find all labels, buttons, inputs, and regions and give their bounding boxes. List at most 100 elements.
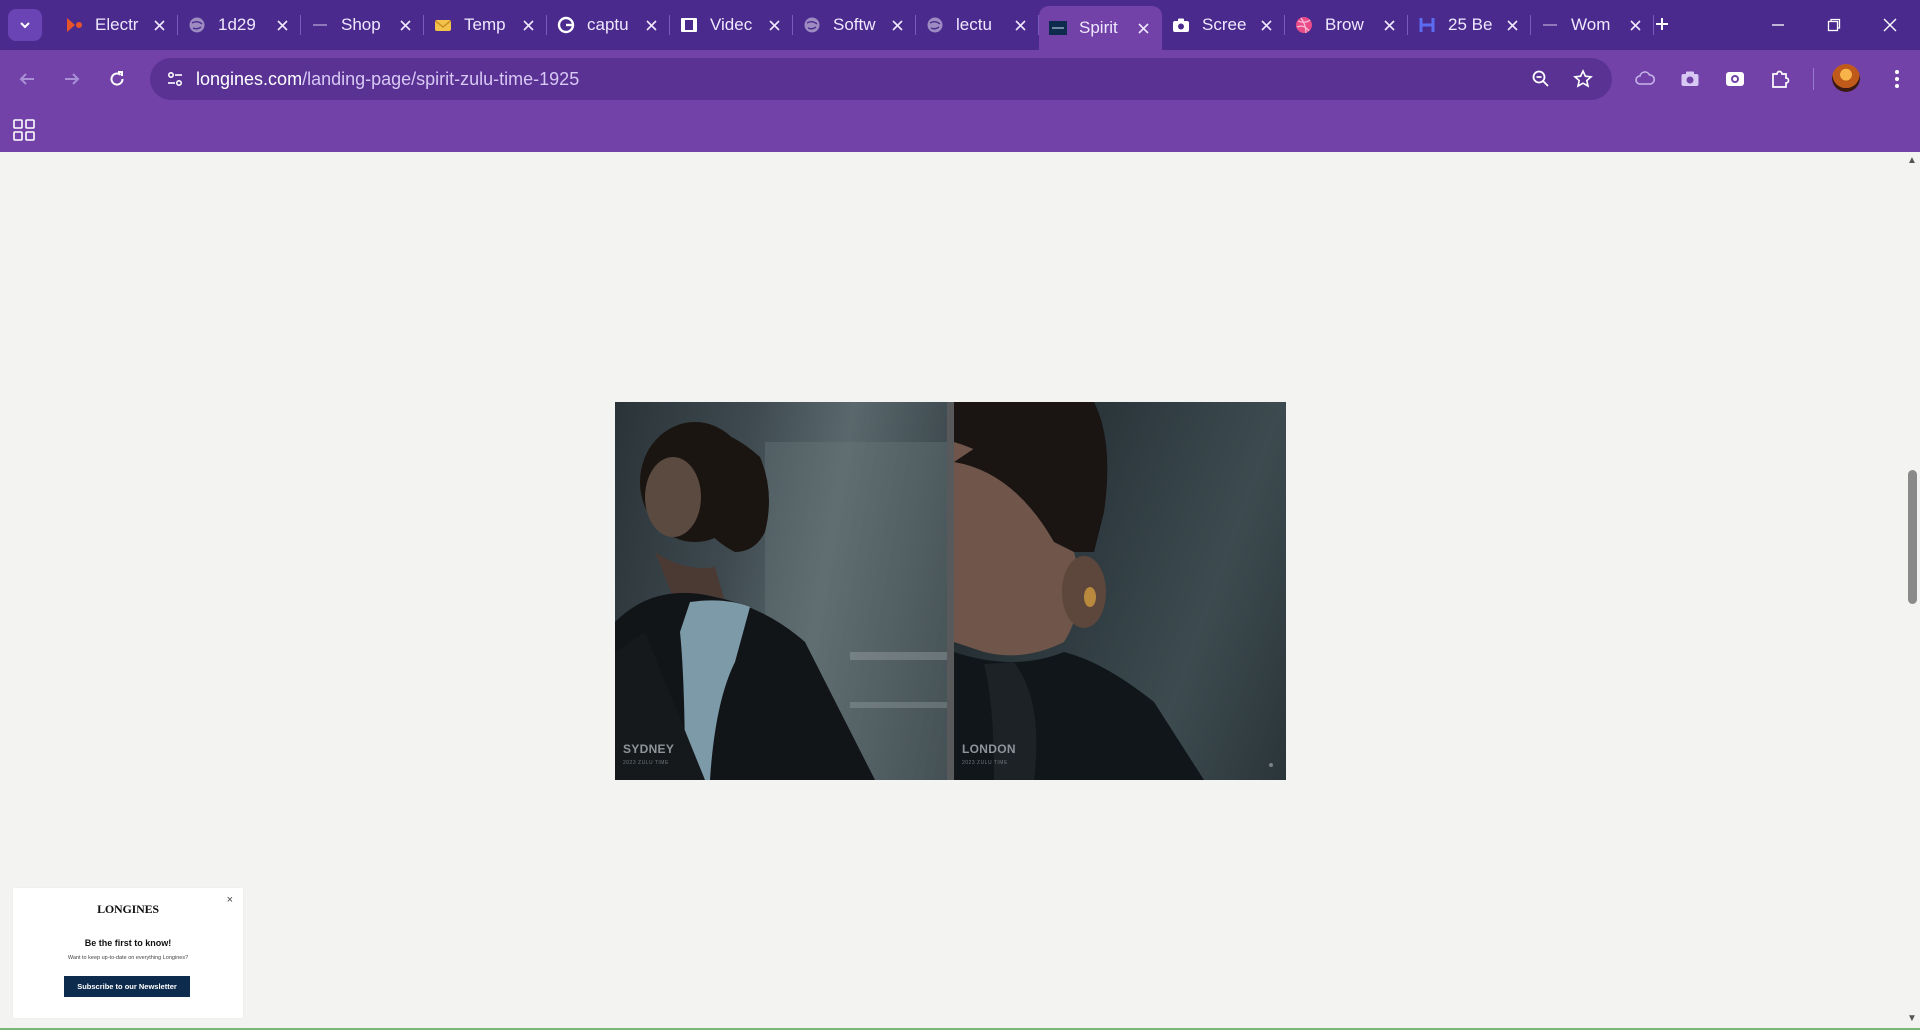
address-bar[interactable]: longines.com/landing-page/spirit-zulu-ti… [150, 58, 1612, 100]
popup-title: Be the first to know! [84, 938, 172, 948]
tab-title: Electr [95, 15, 139, 34]
video-panel-london: LONDON 2023 ZULU TIME [954, 402, 1286, 780]
film-icon [680, 16, 698, 34]
bookmark-star-button[interactable] [1568, 64, 1598, 94]
tab-title: Wom [1571, 15, 1611, 34]
newsletter-popup: × LONGINES Be the first to know! Want to… [13, 888, 243, 1018]
scroll-down-arrow-icon[interactable]: ▼ [1907, 1014, 1917, 1024]
popup-text: Want to keep up-to-date on everything Lo… [67, 955, 189, 961]
tab-title: captu [587, 15, 629, 34]
longines-icon [1049, 19, 1067, 37]
url-host: longines.com [196, 69, 303, 89]
globe-icon [803, 16, 821, 34]
browser-tab[interactable]: Wom [1531, 6, 1654, 44]
scrollbar-thumb[interactable] [1908, 470, 1917, 604]
man-figure-image [615, 422, 947, 780]
camera-icon [1172, 16, 1190, 34]
tab-title: Shop [341, 15, 381, 34]
city-label-sydney: SYDNEY [623, 742, 675, 756]
tab-search-button[interactable] [8, 9, 42, 41]
browser-tab[interactable]: Softw [793, 6, 916, 44]
browser-tab-active[interactable]: Spirit [1039, 6, 1162, 50]
dribbble-icon [1295, 16, 1313, 34]
cloud-link-icon [1635, 71, 1656, 85]
browser-tab[interactable]: captu [547, 6, 670, 44]
site-info-button[interactable] [160, 64, 190, 94]
star-icon [1573, 69, 1593, 88]
restore-button[interactable] [1806, 0, 1862, 50]
dash-icon [311, 16, 329, 34]
browser-tab[interactable]: Videc [670, 6, 793, 44]
h-icon [1418, 16, 1436, 34]
browser-tab[interactable]: lectu [916, 6, 1039, 44]
browser-tab[interactable]: Shop [301, 6, 424, 44]
apps-button[interactable] [12, 118, 36, 142]
extension-camera-button[interactable] [1673, 62, 1707, 96]
scroll-up-arrow-icon[interactable]: ▲ [1907, 156, 1917, 166]
tab-close-icon[interactable] [888, 16, 906, 34]
tab-close-icon[interactable] [1503, 16, 1521, 34]
reload-button[interactable] [100, 62, 134, 96]
tab-close-icon[interactable] [642, 16, 660, 34]
city-sublabel-london: 2023 ZULU TIME [962, 760, 1008, 766]
tab-close-icon[interactable] [150, 16, 168, 34]
tab-close-icon[interactable] [1380, 16, 1398, 34]
browser-tab[interactable]: 1d29 [178, 6, 301, 44]
tab-close-icon[interactable] [519, 16, 537, 34]
minimize-button[interactable] [1750, 0, 1806, 50]
close-icon [1883, 18, 1897, 32]
tab-close-icon[interactable] [1011, 16, 1029, 34]
restore-icon [1827, 18, 1841, 32]
extension-cloud-button[interactable] [1628, 62, 1662, 96]
longines-logo: LONGINES [97, 902, 159, 916]
browser-tab[interactable]: Electr [55, 6, 178, 44]
browser-tab[interactable]: Temp [424, 6, 547, 44]
close-window-button[interactable] [1862, 0, 1918, 50]
chevron-down-icon [20, 22, 30, 29]
arrow-left-icon [19, 73, 34, 85]
browser-tab[interactable]: 25 Be [1408, 6, 1531, 44]
tab-close-icon[interactable] [1134, 19, 1152, 37]
extensions-button[interactable] [1763, 62, 1797, 96]
screen-record-icon [1726, 72, 1744, 86]
tab-close-icon[interactable] [396, 16, 414, 34]
video-player[interactable]: SYDNEY 2023 ZULU TIME LONDON 2023 ZULU T… [615, 402, 1286, 780]
menu-button[interactable] [1880, 62, 1914, 96]
profile-avatar[interactable] [1832, 64, 1860, 92]
zoom-out-icon [1532, 70, 1549, 87]
city-sublabel-sydney: 2023 ZULU TIME [623, 760, 669, 766]
tab-title: Brow [1325, 15, 1364, 34]
globe-icon [188, 16, 206, 34]
bookmarks-bar [0, 108, 1920, 152]
extension-screen-button[interactable] [1718, 62, 1752, 96]
tab-title: Temp [464, 15, 506, 34]
tab-close-icon[interactable] [1257, 16, 1275, 34]
subscribe-newsletter-button[interactable]: Subscribe to our Newsletter [64, 976, 190, 997]
browser-tab[interactable]: Scree [1162, 6, 1285, 44]
google-icon [557, 16, 575, 34]
tab-title: lectu [956, 15, 992, 34]
envelope-icon [434, 16, 452, 34]
url-text[interactable]: longines.com/landing-page/spirit-zulu-ti… [196, 69, 579, 90]
page-viewport: SYDNEY 2023 ZULU TIME LONDON 2023 ZULU T… [0, 152, 1904, 1030]
globe-icon [926, 16, 944, 34]
plus-icon [1656, 18, 1668, 30]
zoom-button[interactable] [1526, 64, 1556, 94]
more-vertical-icon [1895, 70, 1899, 88]
new-tab-button[interactable] [1648, 10, 1676, 38]
browser-tab[interactable]: Brow [1285, 6, 1408, 44]
dash-icon [1541, 16, 1559, 34]
reload-icon [110, 71, 124, 86]
puzzle-icon [1772, 70, 1790, 88]
browser-toolbar: longines.com/landing-page/spirit-zulu-ti… [0, 50, 1920, 108]
tab-title: 1d29 [218, 15, 256, 34]
page-scrollbar[interactable]: ▲ ▼ [1904, 152, 1920, 1030]
url-path: /landing-page/spirit-zulu-time-1925 [302, 69, 580, 89]
tab-close-icon[interactable] [765, 16, 783, 34]
minimize-icon [1772, 24, 1784, 26]
back-button[interactable] [10, 62, 44, 96]
tab-close-icon[interactable] [273, 16, 291, 34]
woman-figure-image [954, 402, 1204, 780]
tab-close-icon[interactable] [1626, 16, 1644, 34]
forward-button[interactable] [55, 62, 89, 96]
